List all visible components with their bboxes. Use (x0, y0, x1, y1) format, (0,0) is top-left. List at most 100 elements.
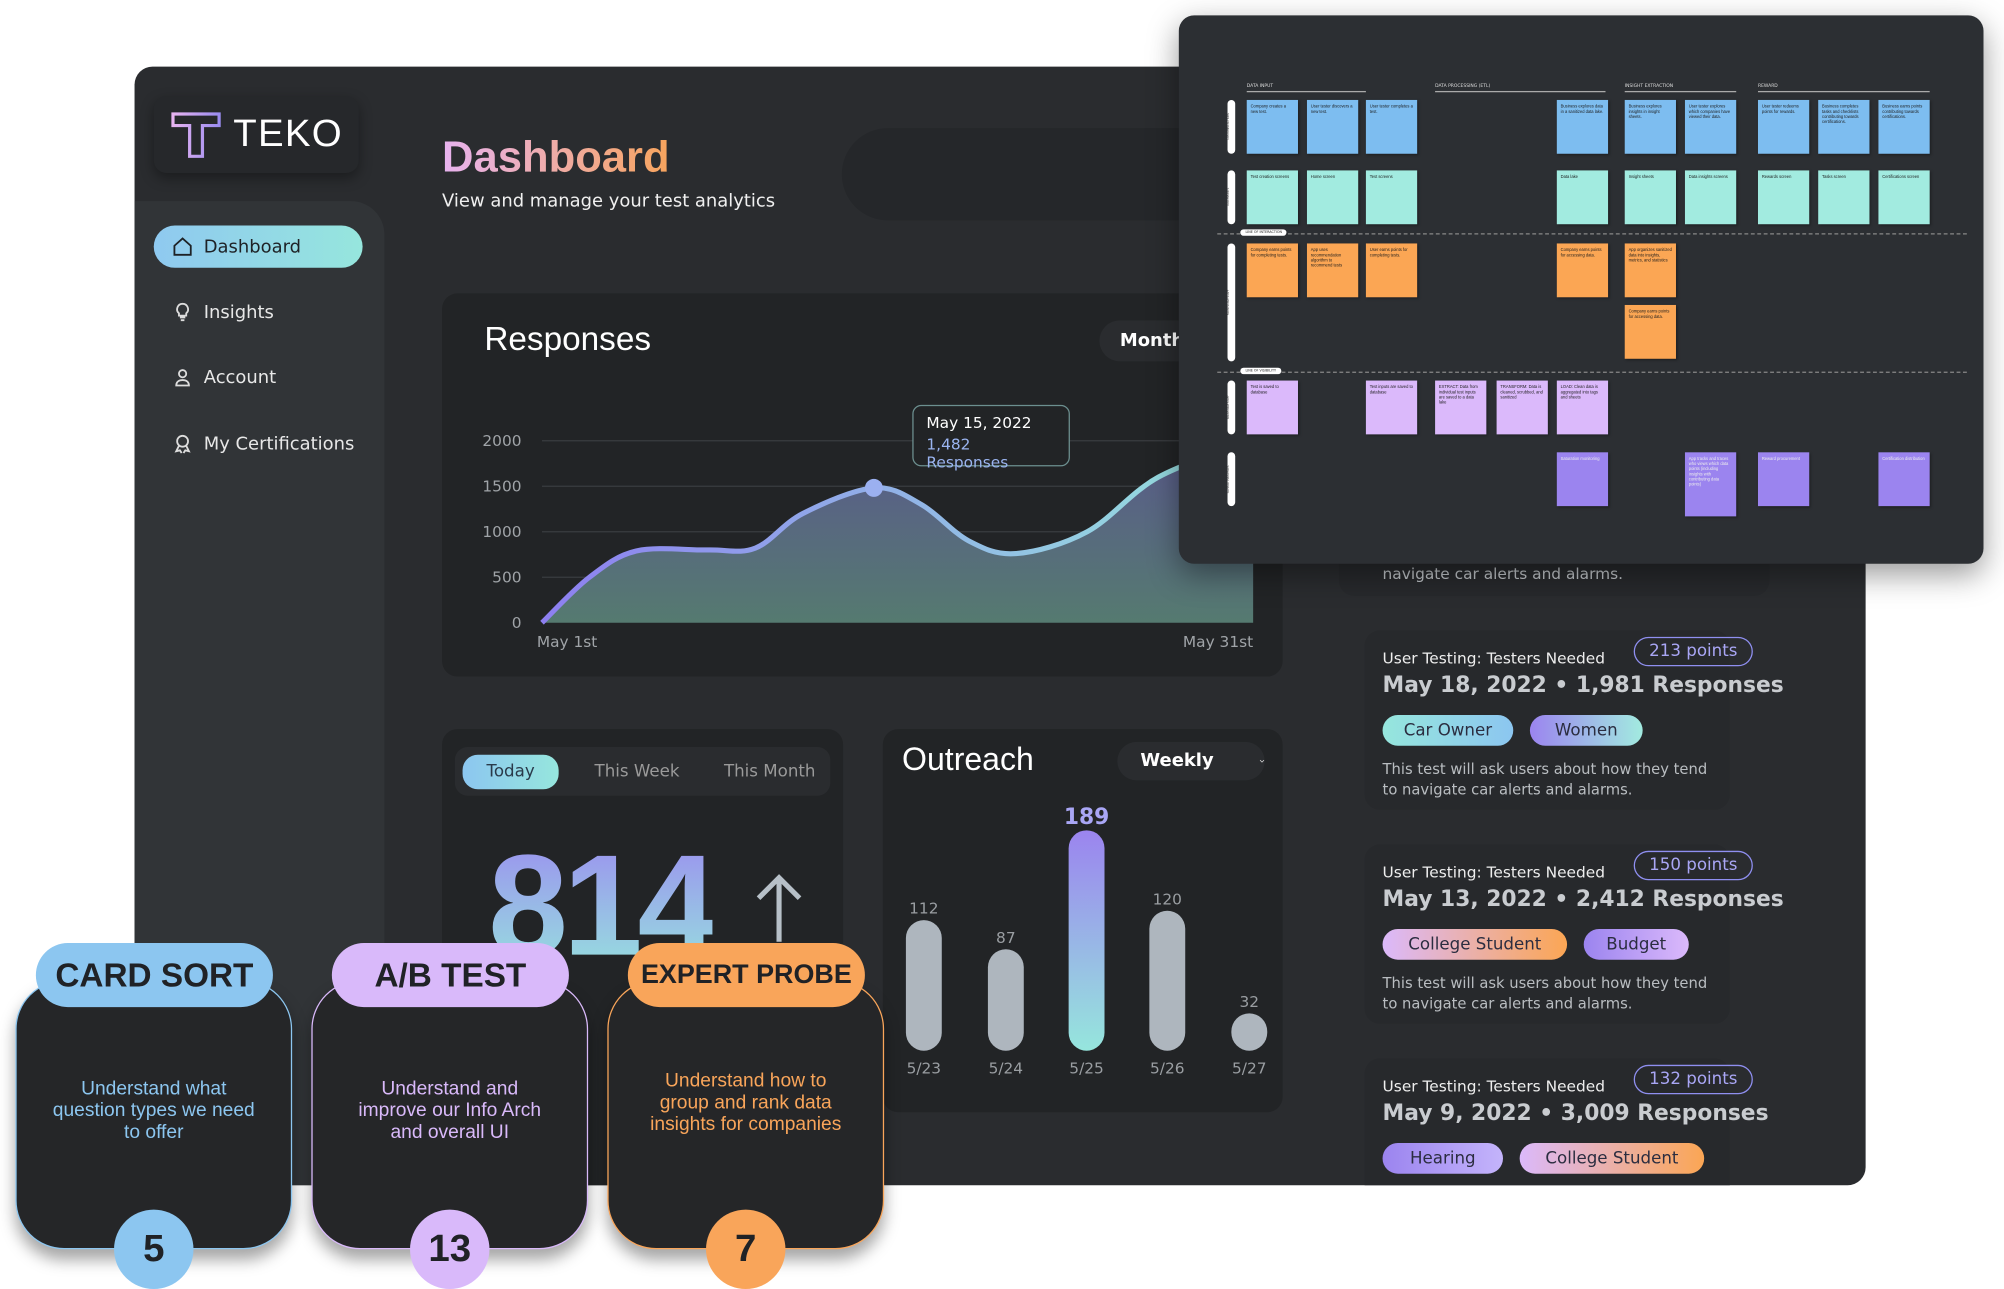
lane-label: CUSTOMER ACTIONS (1228, 100, 1236, 154)
points-badge: 132 points (1634, 1065, 1753, 1094)
t-logo-icon (169, 109, 223, 160)
sidebar-item-label: Account (204, 367, 276, 388)
award-icon (172, 433, 194, 455)
sticky-note[interactable]: Certifications screen (1878, 170, 1929, 224)
sticky-note[interactable]: LOAD: Clean data is aggregated into tags… (1557, 381, 1608, 435)
test-card[interactable]: User Testing: Testers Needed132 pointsMa… (1365, 1058, 1730, 1185)
bar[interactable] (988, 949, 1024, 1050)
sticky-note[interactable]: Business explores insights in insight sh… (1625, 100, 1676, 154)
phase-header: DATA INPUT (1247, 83, 1366, 92)
sticky-note[interactable]: User tester redeems points for rewards. (1758, 100, 1809, 154)
lane-label: TOUCHPOINTS (1228, 170, 1236, 224)
sticky-note[interactable]: Insight sheets (1625, 170, 1676, 224)
y-tick-label: 1000 (482, 523, 521, 541)
sticky-note[interactable]: Test inputs are saved to database (1366, 381, 1417, 435)
search-bar[interactable] (842, 128, 1226, 220)
y-tick-label: 0 (512, 614, 522, 632)
test-responses: 3,009 Responses (1561, 1101, 1769, 1127)
sidebar-item-account[interactable]: Account (154, 356, 363, 398)
bar[interactable] (1149, 911, 1185, 1051)
test-card[interactable]: User Testing: Testers Needed213 pointsMa… (1365, 630, 1730, 809)
sticky-note[interactable]: Certification distribution (1878, 452, 1929, 506)
sticky-note[interactable]: App uses recommendation algorithm to rec… (1307, 243, 1358, 297)
separator-dot: • (1547, 887, 1576, 913)
separator-dot: • (1532, 1101, 1561, 1127)
divider-line (1217, 233, 1967, 234)
sticky-note[interactable]: Company earns points for accessing data. (1625, 305, 1676, 359)
tag-pill[interactable]: Hearing (1383, 1143, 1503, 1174)
points-badge: 213 points (1634, 637, 1753, 666)
sidebar-item-insights[interactable]: Insights (154, 291, 363, 333)
sticky-note[interactable]: User tester explores which companies hav… (1685, 100, 1736, 154)
tab-this-week[interactable]: This Week (595, 762, 680, 781)
bar-value-label: 189 (1064, 805, 1109, 830)
method-title: CARD SORT (36, 943, 273, 1007)
sticky-note[interactable]: User earns points for completing tests. (1366, 243, 1417, 297)
tab-this-month[interactable]: This Month (724, 762, 816, 781)
test-desc: This test will ask users about how they … (1383, 759, 1716, 800)
sticky-note[interactable]: TRANSFORM: Data is cleaned, scrubbed, an… (1497, 381, 1548, 435)
logo[interactable]: TEKO (154, 96, 359, 173)
sticky-note[interactable]: Company creates a new test. (1247, 100, 1298, 154)
sticky-note[interactable]: Company earns points for accessing data. (1557, 243, 1608, 297)
sticky-note[interactable]: Home screen (1307, 170, 1358, 224)
bar-value-label: 112 (909, 900, 938, 918)
bar[interactable] (906, 920, 942, 1051)
sticky-note[interactable]: App tracks and traces who views which da… (1685, 452, 1736, 516)
y-tick-label: 500 (492, 568, 521, 586)
sticky-note[interactable]: Data insights screens (1685, 170, 1736, 224)
sidebar-item-my-certifications[interactable]: My Certifications (154, 423, 363, 465)
tag-pill[interactable]: College Student (1383, 929, 1568, 960)
sticky-note[interactable]: Tasks screen (1818, 170, 1869, 224)
test-headline: May 9, 2022 • 3,009 Responses (1383, 1101, 1769, 1127)
sticky-note[interactable]: Reward procurement (1758, 452, 1809, 506)
sticky-note[interactable]: EXTRACT: Data from individual test input… (1435, 381, 1486, 435)
outreach-card: Outreach Weekly 1125/23875/241895/251205… (883, 729, 1283, 1112)
sticky-note[interactable]: Saturation monitoring (1557, 452, 1608, 506)
service-blueprint-board[interactable]: DATA INPUTDATA PROCESSING (ETL)INSIGHT E… (1179, 15, 1984, 563)
sticky-note[interactable]: App organizes sanitized data into insigh… (1625, 243, 1676, 297)
page-title: Dashboard (442, 133, 670, 183)
sticky-note[interactable]: Business earns points contributing towar… (1878, 100, 1929, 154)
method-title: A/B TEST (332, 943, 569, 1007)
sticky-note[interactable]: Rewards screen (1758, 170, 1809, 224)
sticky-note[interactable]: Test screens (1366, 170, 1417, 224)
bar-category-label: 5/24 (989, 1060, 1024, 1078)
method-count: 13 (410, 1210, 489, 1289)
test-date: May 9, 2022 (1383, 1101, 1532, 1127)
sticky-note[interactable]: User tester discovers a new test. (1307, 100, 1358, 154)
tag-pill[interactable]: Women (1530, 715, 1643, 746)
test-date: May 13, 2022 (1383, 887, 1547, 913)
line-label: LINE OF VISIBILITY (1240, 368, 1281, 374)
tag-pill[interactable]: College Student (1520, 1143, 1705, 1174)
method-desc: Understand how to group and rank data in… (607, 1070, 884, 1135)
method-title: EXPERT PROBE (628, 943, 865, 1007)
bar[interactable] (1069, 830, 1105, 1050)
test-responses: 2,412 Responses (1576, 887, 1784, 913)
lightbulb-icon (172, 301, 194, 323)
sticky-note[interactable]: Data lake (1557, 170, 1608, 224)
test-headline: May 18, 2022 • 1,981 Responses (1383, 673, 1784, 699)
test-date: May 18, 2022 (1383, 673, 1547, 699)
chart-tooltip: May 15, 2022 1,482 Responses (912, 405, 1070, 467)
separator-dot: • (1547, 673, 1576, 699)
highlight-point[interactable] (865, 479, 883, 497)
arrow-up-icon (753, 873, 804, 945)
sticky-note[interactable]: Test creation screens (1247, 170, 1298, 224)
bar-value-label: 120 (1153, 890, 1182, 908)
bar[interactable] (1231, 1013, 1267, 1050)
tag-pill[interactable]: Budget (1584, 929, 1689, 960)
sticky-note[interactable]: Business explores data in a sanitized da… (1557, 100, 1608, 154)
sticky-note[interactable]: Business completes tasks and checklists … (1818, 100, 1869, 154)
tag-pill[interactable]: Car Owner (1383, 715, 1514, 746)
method-count: 5 (114, 1210, 193, 1289)
tab-today[interactable]: Today (463, 755, 559, 790)
sticky-note[interactable]: Test is saved to database (1247, 381, 1298, 435)
sidebar-item-label: Insights (204, 302, 274, 323)
tooltip-value: 1,482 Responses (926, 436, 1055, 472)
test-card[interactable]: User Testing: Testers Needed150 pointsMa… (1365, 844, 1730, 1023)
sticky-note[interactable]: Company earns points for completing test… (1247, 243, 1298, 297)
sidebar-item-dashboard[interactable]: Dashboard (154, 226, 363, 268)
sticky-note[interactable]: User tester completes a test. (1366, 100, 1417, 154)
method-desc: Understand what question types we need t… (15, 1078, 292, 1143)
